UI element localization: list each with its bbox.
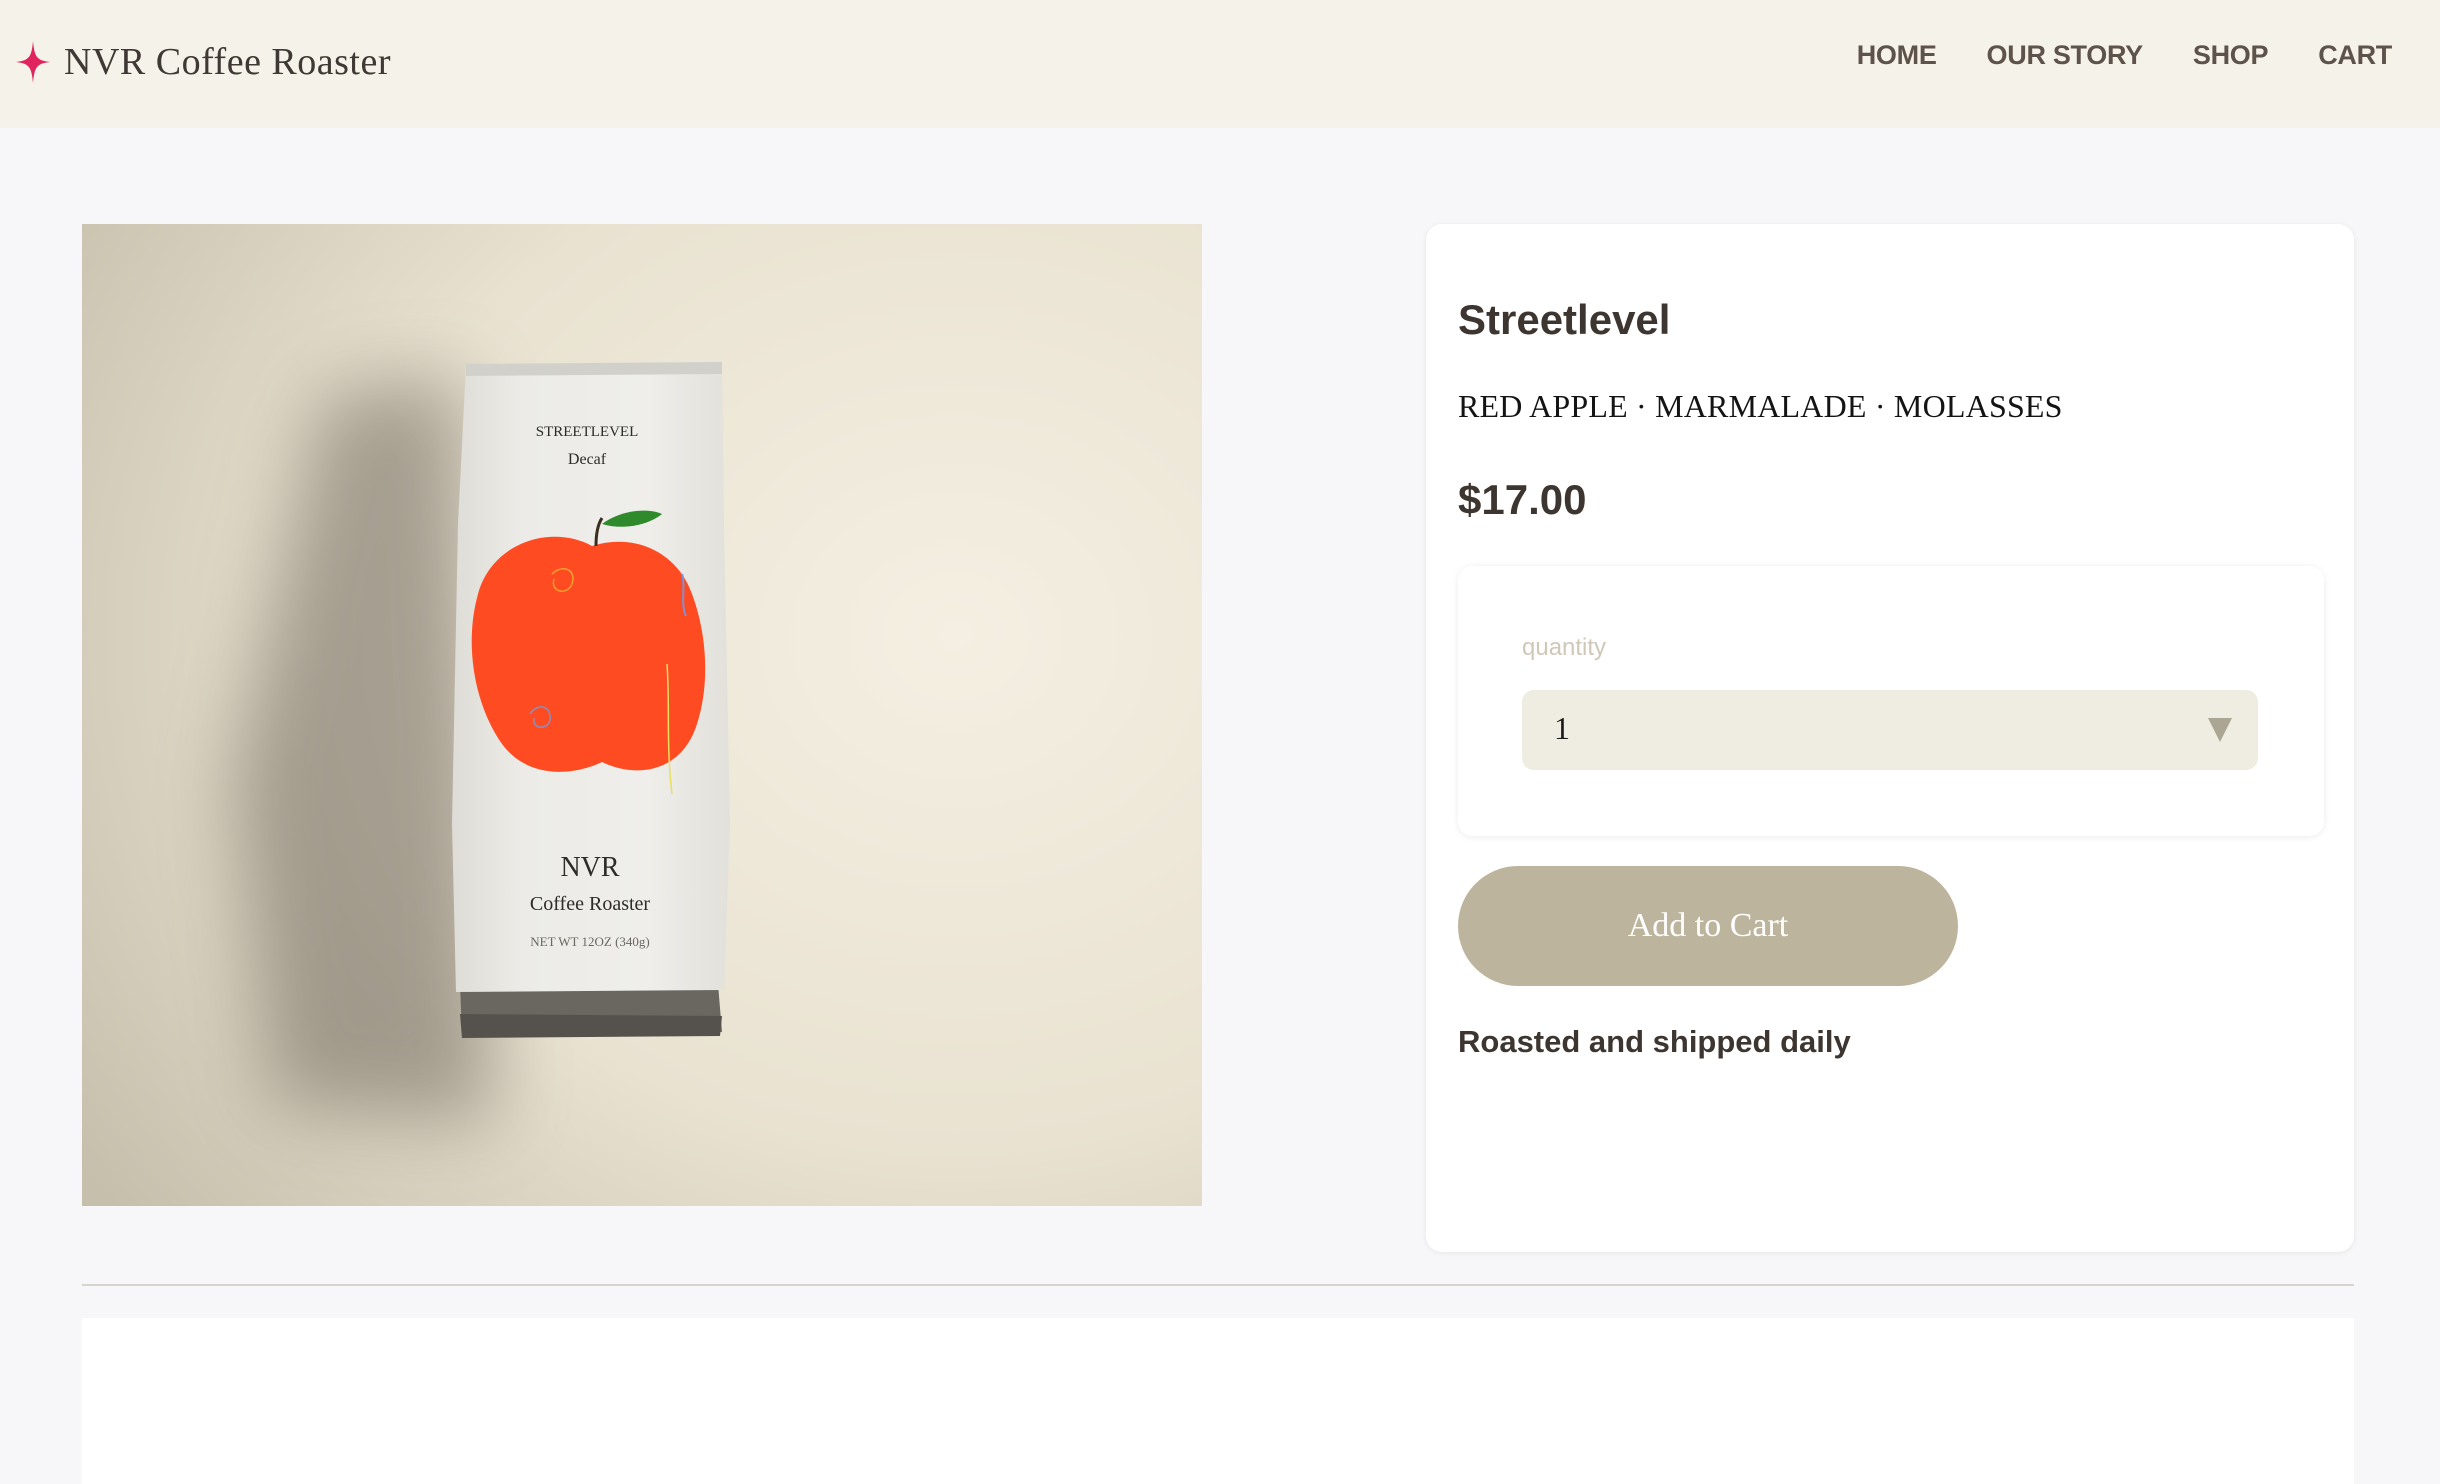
apple-illustration: [471, 536, 706, 772]
quantity-value: 1: [1554, 710, 1570, 746]
triangle-down-icon: [2208, 718, 2232, 742]
quantity-select[interactable]: 1: [1522, 690, 2258, 770]
nav-our-story[interactable]: OUR STORY: [1987, 40, 2144, 71]
bag-label-variant: Decaf: [568, 451, 607, 468]
bag-brand-name: NVR: [560, 852, 619, 883]
bag-label-name: STREETLEVEL: [536, 424, 638, 440]
nav-cart[interactable]: CART: [2318, 40, 2392, 71]
brand-name: NVR Coffee Roaster: [64, 41, 392, 83]
nav-shop[interactable]: SHOP: [2193, 40, 2269, 71]
shipping-note: Roasted and shipped daily: [1458, 1024, 1851, 1059]
four-point-star-icon: [16, 41, 50, 83]
bag-brand-sub: Coffee Roaster: [530, 893, 650, 915]
coffee-bag-photo: STREETLEVEL Decaf NVR Coffee Roaster NET…: [82, 224, 1202, 1206]
tasting-notes: RED APPLE · MARMALADE · MOLASSES: [1458, 388, 2063, 424]
lower-content-panel: [82, 1318, 2354, 1484]
product-image: STREETLEVEL Decaf NVR Coffee Roaster NET…: [82, 224, 1202, 1206]
quantity-label: quantity: [1522, 634, 1607, 661]
brand-logo[interactable]: NVR Coffee Roaster: [16, 36, 391, 88]
product-title: Streetlevel: [1458, 296, 1671, 343]
nav-home[interactable]: HOME: [1857, 40, 1937, 71]
add-to-cart-button[interactable]: Add to Cart: [1458, 866, 1958, 986]
main-nav: HOME OUR STORY SHOP CART: [1857, 40, 2393, 71]
section-divider: [82, 1284, 2354, 1286]
quantity-panel: quantity 1: [1458, 566, 2324, 836]
bag-weight: NET WT 12OZ (340g): [530, 934, 650, 949]
product-price: $17.00: [1458, 476, 1587, 523]
site-header: NVR Coffee Roaster HOME OUR STORY SHOP C…: [0, 0, 2440, 128]
product-info-card: Streetlevel RED APPLE · MARMALADE · MOLA…: [1426, 224, 2354, 1252]
